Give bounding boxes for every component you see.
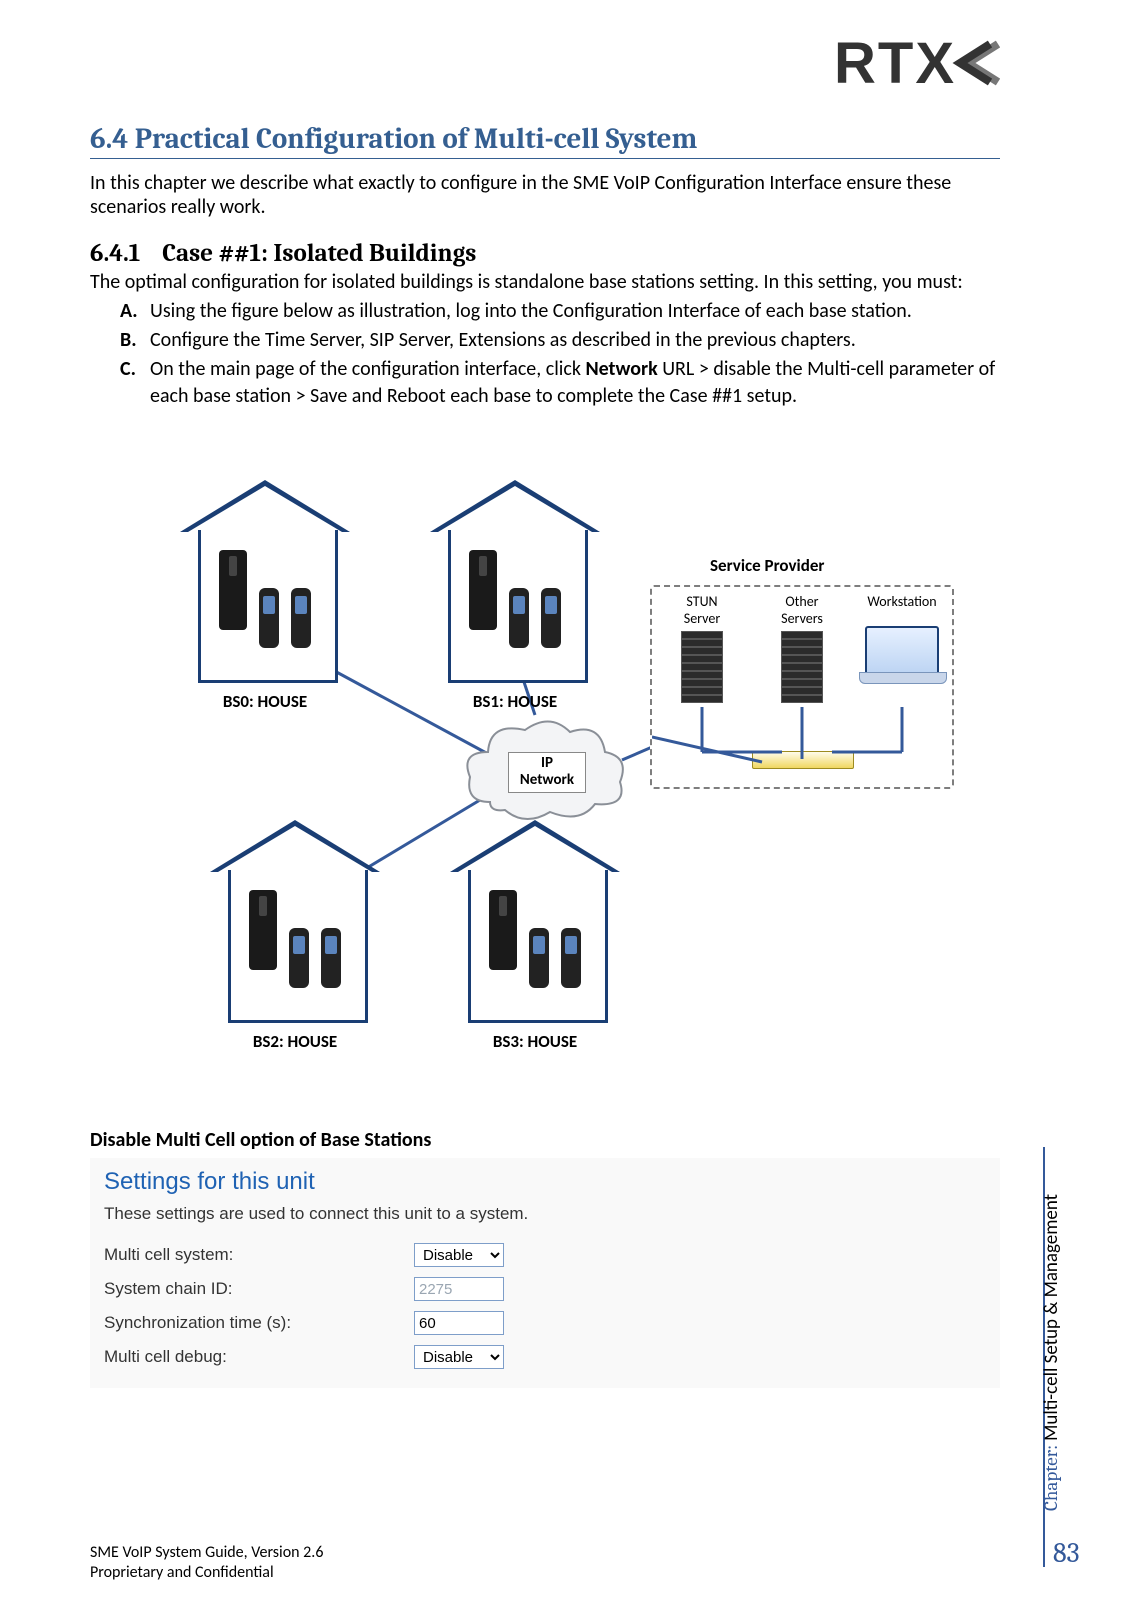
rtx-logo-text: RTX [834,30,956,97]
setting-row-synctime: Synchronization time (s): [104,1306,986,1340]
setting-row-chainid: System chain ID: [104,1272,986,1306]
service-provider-title: Service Provider [710,555,824,576]
setting-row-debug: Multi cell debug: Disable [104,1340,986,1374]
base-station-icon [219,550,247,630]
devices [210,890,380,970]
base-station-icon [469,550,497,630]
cloud-label: IP Network [508,752,586,793]
handset-icon [321,928,341,988]
roof-icon [430,480,600,532]
subsection-body: The optimal configuration for isolated b… [90,270,1000,294]
rtx-logo-arrow-icon [950,40,1000,86]
page-number: 83 [1053,1537,1080,1569]
cloud-label-line1: IP [541,754,553,772]
service-provider-box: STUN Server Other Servers Workstation [650,585,954,789]
chapter-tag: Chapter: Multi-cell Setup & Management [1040,1194,1063,1511]
setting-row-multicell: Multi cell system: Disable [104,1238,986,1272]
footer-line2: Proprietary and Confidential [90,1563,323,1583]
chapter-value: Multi-cell Setup & Management [1040,1194,1063,1441]
subsection-title: Case ##1: Isolated Buildings [162,239,476,268]
handset-icon [291,588,311,648]
house-bs1: BS1: HOUSE [430,480,600,710]
house-label: BS0: HOUSE [180,691,350,712]
chapter-label: Chapter: [1040,1441,1062,1511]
house-bs3: BS3: HOUSE [450,820,620,1050]
step-b: B. Configure the Time Server, SIP Server… [90,327,1000,354]
step-c: C. On the main page of the configuration… [90,356,1000,410]
synctime-input[interactable] [414,1311,504,1335]
cloud-label-line2: Network [520,771,574,789]
debug-select[interactable]: Disable [414,1345,504,1369]
page-footer: SME VoIP System Guide, Version 2.6 Propr… [90,1543,323,1583]
step-text: Using the figure below as illustration, … [150,299,912,323]
base-station-icon [489,890,517,970]
settings-desc: These settings are used to connect this … [104,1204,986,1224]
house-bs0: BS0: HOUSE [180,480,350,710]
handset-icon [259,588,279,648]
handset-icon [541,588,561,648]
base-station-icon [249,890,277,970]
step-letter: B. [120,327,137,354]
step-text-pre: On the main page of the configuration in… [150,357,585,381]
section-number: 6.4 [90,123,128,156]
page-content: RTX 6.4 Practical Configuration of Multi… [90,0,1000,1623]
step-letter: C. [120,356,136,383]
house-label: BS1: HOUSE [430,691,600,712]
sp-wiring [652,587,952,787]
step-letter: A. [120,298,138,325]
footer-line1: SME VoIP System Guide, Version 2.6 [90,1543,323,1563]
ip-network-cloud: IP Network [460,712,630,832]
setting-label: Multi cell debug: [104,1347,414,1367]
setting-label: Multi cell system: [104,1245,414,1265]
subsection-number: 6.4.1 [90,239,140,268]
side-bar: Chapter: Multi-cell Setup & Management 8… [1043,1147,1093,1567]
setting-label: Synchronization time (s): [104,1313,414,1333]
house-label: BS3: HOUSE [450,1031,620,1052]
intro-paragraph: In this chapter we describe what exactly… [90,171,1000,219]
network-diagram: BS0: HOUSE BS1: HOUSE BS2: HOUSE [150,480,970,1060]
devices [450,890,620,970]
chainid-input[interactable] [414,1277,504,1301]
devices [430,550,600,630]
handset-icon [509,588,529,648]
steps-list: A. Using the figure below as illustratio… [90,298,1000,410]
devices [180,550,350,630]
section-heading: 6.4 Practical Configuration of Multi-cel… [90,123,1000,159]
handset-icon [529,928,549,988]
subsection-heading: 6.4.1 Case ##1: Isolated Buildings [90,239,1000,268]
roof-icon [180,480,350,532]
house-bs2: BS2: HOUSE [210,820,380,1050]
settings-panel: Settings for this unit These settings ar… [90,1158,1000,1388]
main-content: 6.4 Practical Configuration of Multi-cel… [90,123,1000,412]
multicell-select[interactable]: Disable [414,1243,504,1267]
house-label: BS2: HOUSE [210,1031,380,1052]
rtx-logo: RTX [790,28,1000,98]
setting-label: System chain ID: [104,1279,414,1299]
roof-icon [210,820,380,872]
section-title: Practical Configuration of Multi-cell Sy… [135,123,698,156]
settings-title: Settings for this unit [104,1168,986,1196]
handset-icon [289,928,309,988]
step-a: A. Using the figure below as illustratio… [90,298,1000,325]
handset-icon [561,928,581,988]
step-text-bold: Network [585,357,657,381]
step-text: Configure the Time Server, SIP Server, E… [150,328,856,352]
settings-caption: Disable Multi Cell option of Base Statio… [90,1128,431,1152]
